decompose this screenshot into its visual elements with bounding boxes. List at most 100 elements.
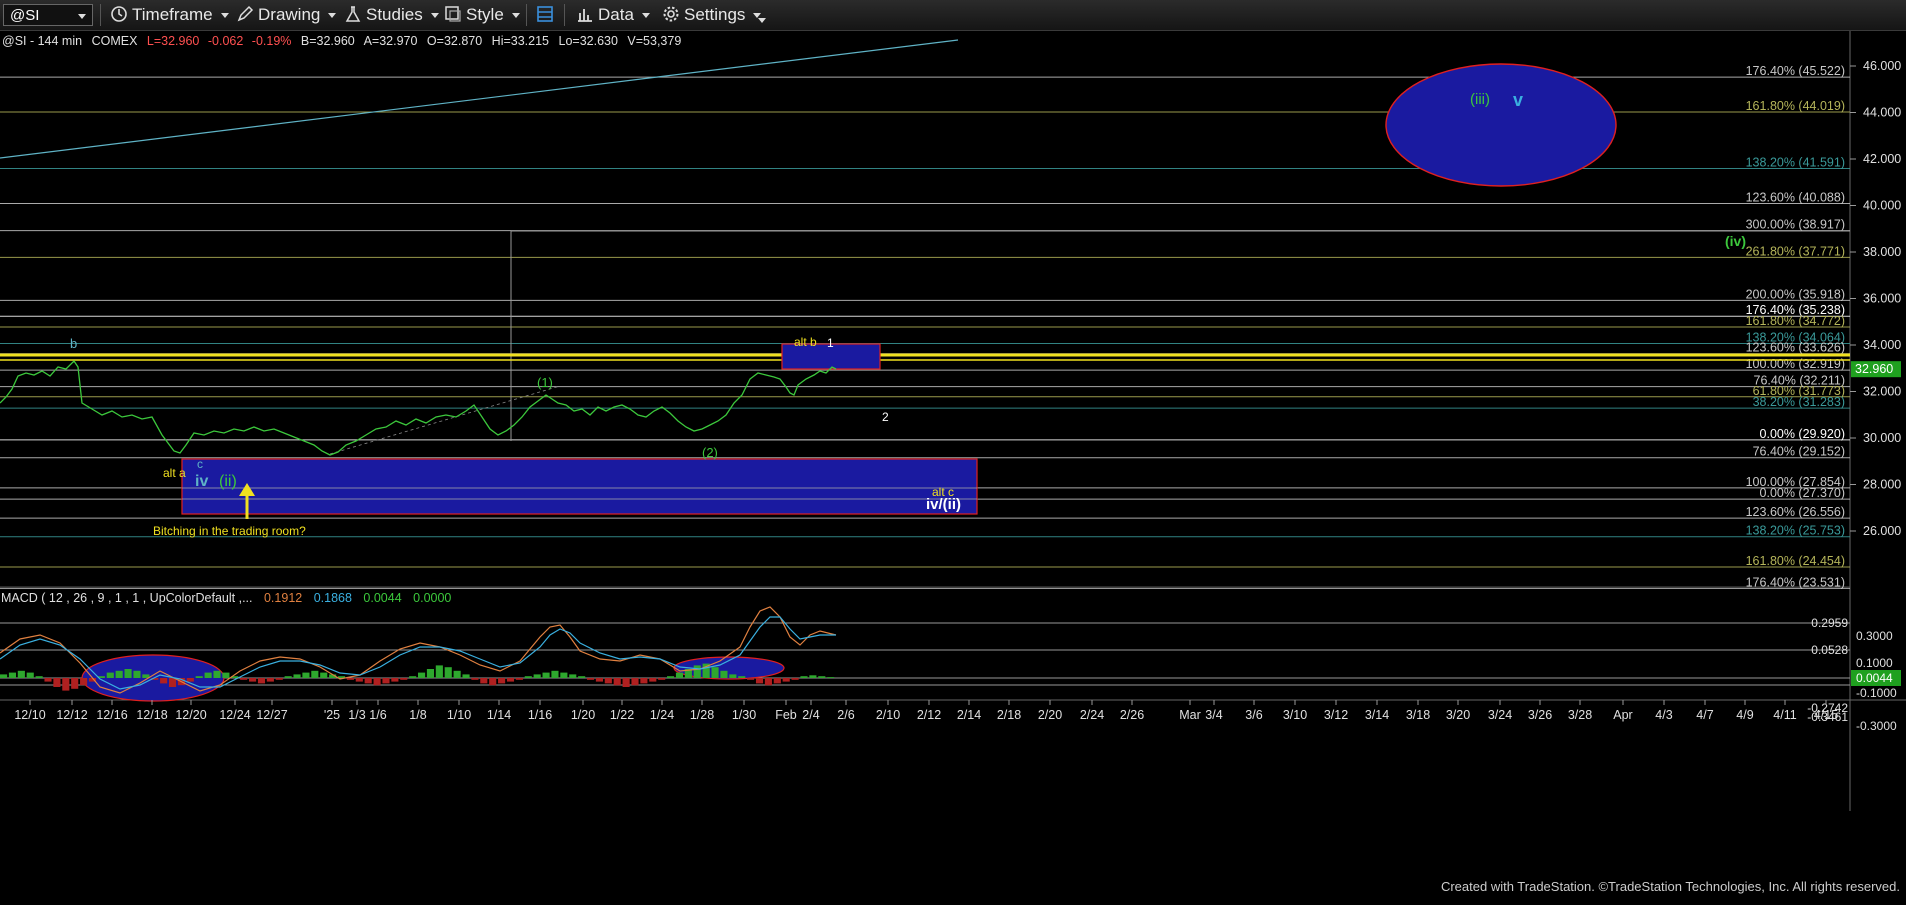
time-tick-label: 2/10 <box>876 708 900 722</box>
macd-hist-bar <box>311 670 319 678</box>
macd-hist-bar <box>755 678 764 684</box>
bid-price: B=32.960 <box>301 34 355 48</box>
macd-hist-bar <box>275 678 283 680</box>
time-tick-label: 12/16 <box>96 708 127 722</box>
annotation-text: Bitching in the trading room? <box>153 524 306 538</box>
macd-axis-label: 0.2959 <box>1811 616 1848 630</box>
drawing-menu[interactable]: Drawing <box>236 5 337 25</box>
time-tick-label: 12/12 <box>56 708 87 722</box>
price-tick-label: 42.000 <box>1863 152 1901 166</box>
layout-icon <box>537 6 553 22</box>
fib-label: 76.40% (29.152) <box>1753 445 1845 459</box>
toolbar-divider <box>100 4 101 26</box>
macd-axis-label: -0.3000 <box>1856 719 1897 733</box>
macd-hist-bar <box>640 678 648 684</box>
time-tick-label: 1/24 <box>650 708 674 722</box>
time-tick-label: 2/26 <box>1120 708 1144 722</box>
macd-hist-bar <box>71 678 79 689</box>
macd-hist-bar <box>542 672 550 678</box>
studies-menu[interactable]: Studies <box>344 5 439 25</box>
toolbar: @SI Timeframe Drawing Studies Style Data… <box>0 0 1906 31</box>
data-menu[interactable]: Data <box>576 5 650 25</box>
time-tick-label: 4/11 <box>1773 708 1796 722</box>
fib-label: 38.20% (31.283) <box>1753 395 1845 409</box>
chevron-down-icon[interactable] <box>78 14 86 19</box>
layout-button[interactable] <box>536 5 558 25</box>
macd-hist-bar <box>0 674 8 678</box>
wave-label-one: 1 <box>827 336 834 350</box>
macd-hist-bar <box>578 676 586 678</box>
macd-axis-label: 0.0528 <box>1811 643 1848 657</box>
macd-hist-bar <box>462 674 470 678</box>
macd-hist-bar <box>569 674 577 678</box>
chevron-down-icon <box>430 13 439 18</box>
chevron-down-icon <box>220 13 229 18</box>
time-tick-label: 3/10 <box>1283 708 1307 722</box>
time-tick-label: 1/28 <box>690 708 714 722</box>
chevron-down-icon <box>641 13 650 18</box>
wave-label-2: (2) <box>702 445 718 460</box>
macd-hist-bar <box>604 678 612 684</box>
time-tick-label: 2/12 <box>917 708 941 722</box>
price-chart[interactable]: @SI - 144 min COMEX L=32.960 -0.062 -0.1… <box>0 31 1906 900</box>
macd-hist-bar <box>435 665 443 678</box>
fib-label: 161.80% (44.019) <box>1746 99 1845 113</box>
macd-axis-label: 0.0044 <box>1856 671 1893 685</box>
gear-icon <box>663 6 679 22</box>
time-tick-label: 1/30 <box>732 708 756 722</box>
data-label: Data <box>598 5 634 24</box>
macd-hist-bar <box>293 674 301 678</box>
settings-menu[interactable]: Settings <box>662 5 762 25</box>
fib-label: 200.00% (35.918) <box>1746 287 1845 301</box>
macd-hist-bar <box>346 678 354 680</box>
macd-hist-bar <box>222 672 230 678</box>
time-tick-label: 2/20 <box>1038 708 1062 722</box>
macd-hist-bar <box>26 672 34 678</box>
style-label: Style <box>466 5 504 24</box>
time-tick-label: 1/20 <box>571 708 595 722</box>
symbol-input[interactable]: @SI <box>3 4 93 26</box>
dashed-trend-line[interactable] <box>329 385 561 455</box>
macd-hist-bar <box>160 678 168 684</box>
price-tick-label: 44.000 <box>1863 106 1901 120</box>
time-tick-label: 3/12 <box>1324 708 1348 722</box>
macd-hist-bar <box>622 678 630 687</box>
macd-hist-bar <box>115 670 123 678</box>
macd-hist-bar <box>444 667 452 678</box>
fib-label: 176.40% (45.522) <box>1746 64 1845 78</box>
macd-hist-bar <box>738 676 746 678</box>
flask-icon <box>345 6 361 22</box>
style-icon <box>445 6 461 22</box>
time-tick-label: 1/16 <box>528 708 552 722</box>
studies-label: Studies <box>366 5 423 24</box>
style-menu[interactable]: Style <box>444 5 520 25</box>
time-tick-label: 1/6 <box>369 708 386 722</box>
chart-area[interactable]: @SI - 144 min COMEX L=32.960 -0.062 -0.1… <box>0 31 1906 900</box>
macd-hist-bar <box>720 670 728 678</box>
macd-hist-bar <box>764 678 772 686</box>
macd-hist-bar <box>249 678 257 682</box>
fib-label: 176.40% (23.531) <box>1746 575 1845 589</box>
macd-axis-label: 0.3000 <box>1856 629 1893 643</box>
macd-hist-bar <box>373 678 381 686</box>
overflow-caret[interactable] <box>758 10 766 30</box>
clock-icon <box>111 6 127 22</box>
fib-label: 138.20% (25.753) <box>1746 524 1845 538</box>
target-ellipse[interactable] <box>1385 63 1617 187</box>
wave-label-two: 2 <box>882 410 889 424</box>
trend-line[interactable] <box>0 39 959 159</box>
support-box[interactable] <box>181 458 978 515</box>
time-tick-label: 3/4 <box>1205 708 1222 722</box>
macd-hist-bar <box>515 678 523 680</box>
fib-label: 0.00% (29.920) <box>1760 427 1845 441</box>
timeframe-menu[interactable]: Timeframe <box>110 5 229 25</box>
time-tick-label: 12/18 <box>136 708 167 722</box>
fib-label: 161.80% (34.772) <box>1746 314 1845 328</box>
pencil-icon <box>237 5 254 22</box>
time-tick-label: 4/9 <box>1736 708 1753 722</box>
time-tick-label: 4/7 <box>1696 708 1713 722</box>
macd-hist-bar <box>17 670 25 678</box>
wave-label-iv-paren: (iv) <box>1725 233 1746 249</box>
macd-hist-bar <box>320 672 328 678</box>
time-tick-label: 12/24 <box>219 708 250 722</box>
